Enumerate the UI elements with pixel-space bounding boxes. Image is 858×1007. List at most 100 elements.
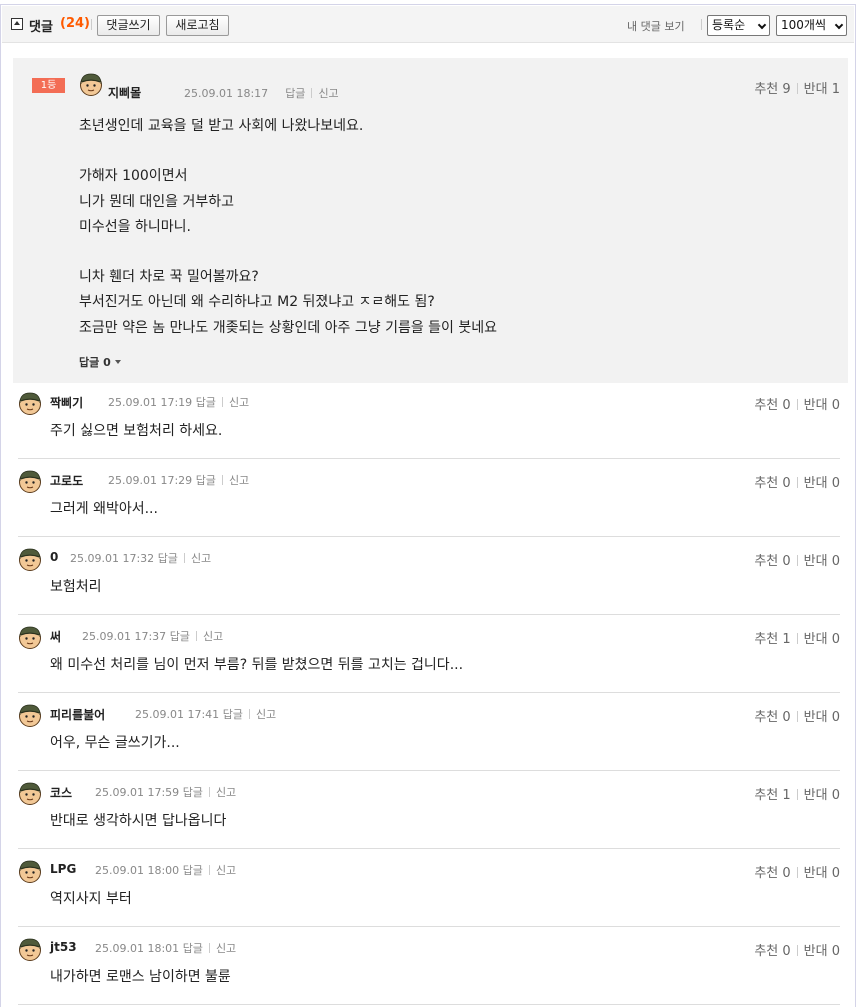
report-link[interactable]: 신고 <box>216 786 236 799</box>
vote-box: 추천 0 반대 0 <box>754 472 840 491</box>
comment-author[interactable]: 짝삐기 <box>50 394 83 411</box>
comment-meta: 25.09.01 17:29 답글 신고 <box>108 472 249 488</box>
comment-row: 써 25.09.01 17:37 답글 신고 추천 1 반대 0 왜 미수선 처리를… <box>18 615 840 693</box>
reply-link[interactable]: 답글 <box>196 396 216 409</box>
comment-text: 왜 미수선 처리를 님이 먼저 부름? 뒤를 받쳤으면 뒤를 고치는 겁니다..… <box>50 657 464 673</box>
comment-meta: 25.09.01 17:19 답글 신고 <box>108 394 249 410</box>
downvote-button[interactable]: 반대 0 <box>804 554 840 569</box>
upvote-button[interactable]: 추천 0 <box>754 944 790 959</box>
soldier-avatar-icon[interactable] <box>18 859 42 883</box>
reply-link[interactable]: 답글 <box>170 630 190 643</box>
reply-count-label: 답글 0 <box>79 356 111 369</box>
comment-text: 역지사지 부터 <box>50 891 132 907</box>
upvote-button[interactable]: 추천 9 <box>754 82 790 97</box>
downvote-button[interactable]: 반대 0 <box>804 788 840 803</box>
report-link[interactable]: 신고 <box>256 708 276 721</box>
chevron-down-icon <box>757 20 767 30</box>
report-link[interactable]: 신고 <box>216 864 236 877</box>
comment-line: 니가 뭔데 대인을 거부하고 <box>79 193 235 210</box>
sort-order-select[interactable]: 등록순 <box>707 15 770 36</box>
comment-section-title: 댓글 <box>29 20 53 35</box>
upvote-button[interactable]: 추천 0 <box>754 866 790 881</box>
report-link[interactable]: 신고 <box>318 87 338 100</box>
comment-time: 25.09.01 17:41 <box>135 708 220 721</box>
reply-link[interactable]: 답글 <box>183 864 203 877</box>
comment-author[interactable]: LPG <box>50 862 76 876</box>
reply-link[interactable]: 답글 <box>196 474 216 487</box>
collapse-toggle-icon[interactable] <box>11 18 23 30</box>
downvote-button[interactable]: 반대 0 <box>804 710 840 725</box>
upvote-button[interactable]: 추천 0 <box>754 476 790 491</box>
downvote-button[interactable]: 반대 1 <box>804 82 840 97</box>
comment-text: 주기 싫으면 보험처리 하세요. <box>50 423 223 439</box>
upvote-button[interactable]: 추천 1 <box>754 632 790 647</box>
vote-box: 추천 0 반대 0 <box>754 862 840 881</box>
comment-line: 미수선을 하니마니. <box>79 218 191 235</box>
comment-author[interactable]: 피리를불어 <box>50 706 105 723</box>
downvote-button[interactable]: 반대 0 <box>804 398 840 413</box>
soldier-avatar-icon[interactable] <box>79 72 103 96</box>
upvote-button[interactable]: 추천 0 <box>754 554 790 569</box>
divider <box>701 19 702 30</box>
soldier-avatar-icon[interactable] <box>18 391 42 415</box>
report-link[interactable]: 신고 <box>191 552 211 565</box>
comment-author[interactable]: jt53 <box>50 940 77 954</box>
soldier-avatar-icon[interactable] <box>18 937 42 961</box>
comment-meta: 25.09.01 18:01 답글 신고 <box>95 940 236 956</box>
reply-link[interactable]: 답글 <box>183 786 203 799</box>
upvote-button[interactable]: 추천 1 <box>754 788 790 803</box>
downvote-button[interactable]: 반대 0 <box>804 632 840 647</box>
comment-line: 니차 휀더 차로 꾹 밀어볼까요? <box>79 269 259 286</box>
comment-line: 조금만 약은 놈 만나도 개좆되는 상황인데 아주 그냥 기름을 들이 붓네요 <box>79 319 498 336</box>
comment-time: 25.09.01 17:19 <box>108 396 193 409</box>
report-link[interactable]: 신고 <box>216 942 236 955</box>
sort-order-value: 등록순 <box>712 18 746 32</box>
soldier-avatar-icon[interactable] <box>18 703 42 727</box>
comment-row: 짝삐기 25.09.01 17:19 답글 신고 추천 0 반대 0 주기 싫으면 … <box>18 381 840 459</box>
comment-row: 고로도 25.09.01 17:29 답글 신고 추천 0 반대 0 그러게 왜박아… <box>18 459 840 537</box>
refresh-button[interactable]: 새로고침 <box>166 15 229 36</box>
soldier-avatar-icon[interactable] <box>18 469 42 493</box>
reply-link[interactable]: 답글 <box>223 708 243 721</box>
reply-link[interactable]: 답글 <box>285 87 305 100</box>
comment-author[interactable]: 써 <box>50 628 61 645</box>
comment-time: 25.09.01 18:01 <box>95 942 180 955</box>
comment-time: 25.09.01 17:59 <box>95 786 180 799</box>
my-comments-link[interactable]: 내 댓글 보기 <box>627 18 685 34</box>
comment-line <box>79 240 497 265</box>
upvote-button[interactable]: 추천 0 <box>754 710 790 725</box>
caret-down-icon <box>114 360 121 364</box>
comment-meta: 25.09.01 17:37 답글 신고 <box>82 628 223 644</box>
reply-link[interactable]: 답글 <box>158 552 178 565</box>
comment-header-bar: 댓글 (24) 댓글쓰기 새로고침 내 댓글 보기 등록순 100개씩 <box>2 6 854 43</box>
downvote-button[interactable]: 반대 0 <box>804 476 840 491</box>
divider <box>91 19 92 30</box>
reply-link[interactable]: 답글 <box>183 942 203 955</box>
comment-text: 그러게 왜박아서... <box>50 501 158 517</box>
comment-author[interactable]: 0 <box>50 550 58 564</box>
comment-row: jt53 25.09.01 18:01 답글 신고 추천 0 반대 0 내가하면 로… <box>18 927 840 1005</box>
reply-count-toggle[interactable]: 답글 0 <box>79 354 121 370</box>
report-link[interactable]: 신고 <box>229 396 249 409</box>
downvote-button[interactable]: 반대 0 <box>804 944 840 959</box>
best-comment: 1등 지삐몰 25.09.01 18:17 답글 신고 추천 9 반대 1 초년생인… <box>13 58 848 383</box>
report-link[interactable]: 신고 <box>203 630 223 643</box>
report-link[interactable]: 신고 <box>229 474 249 487</box>
vote-box: 추천 9 반대 1 <box>754 78 840 97</box>
comment-author[interactable]: 지삐몰 <box>108 84 141 101</box>
soldier-avatar-icon[interactable] <box>18 625 42 649</box>
comment-text: 어우, 무슨 글쓰기가... <box>50 735 180 751</box>
per-page-select[interactable]: 100개씩 <box>776 15 847 36</box>
comment-line: 부서진거도 아닌데 왜 수리하냐고 M2 뒤졌냐고 ㅈㄹ해도 됨? <box>79 294 435 311</box>
downvote-button[interactable]: 반대 0 <box>804 866 840 881</box>
write-comment-button[interactable]: 댓글쓰기 <box>97 15 160 36</box>
soldier-avatar-icon[interactable] <box>18 781 42 805</box>
upvote-button[interactable]: 추천 0 <box>754 398 790 413</box>
comment-row: 0 25.09.01 17:32 답글 신고 추천 0 반대 0 보험처리 <box>18 537 840 615</box>
comment-time: 25.09.01 17:29 <box>108 474 193 487</box>
comment-author[interactable]: 고로도 <box>50 472 83 489</box>
comment-row: LPG 25.09.01 18:00 답글 신고 추천 0 반대 0 역지사지 부터 <box>18 849 840 927</box>
soldier-avatar-icon[interactable] <box>18 547 42 571</box>
comment-author[interactable]: 코스 <box>50 784 72 801</box>
vote-box: 추천 0 반대 0 <box>754 940 840 959</box>
